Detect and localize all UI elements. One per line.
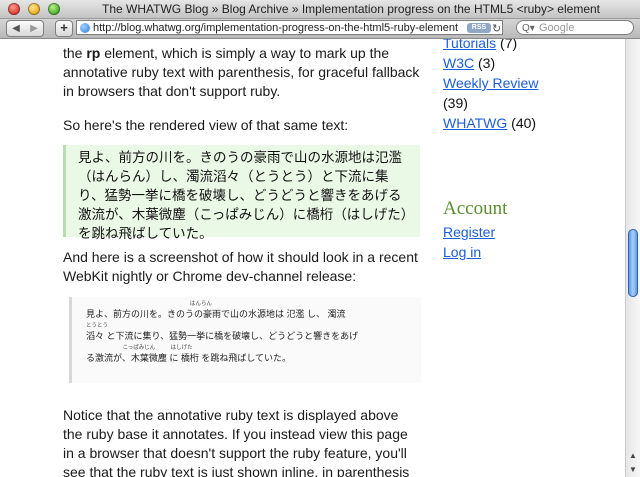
category-link-whatwg[interactable]: WHATWG: [443, 115, 507, 131]
back-button[interactable]: ◀: [6, 20, 26, 37]
url-text: http://blog.whatwg.org/implementation-pr…: [93, 22, 459, 34]
vertical-scrollbar[interactable]: ▲ ▼: [625, 39, 640, 477]
rss-button[interactable]: RSS: [467, 23, 491, 33]
search-placeholder: Google: [539, 22, 575, 34]
category-item: Tutorials (7): [443, 39, 623, 53]
ruby-base-line: る激流が、木葉微塵 に 橋桁 を跳ね飛ばしていた。: [86, 353, 292, 363]
scroll-arrows: ▲ ▼: [626, 449, 640, 477]
article-paragraph: And here is a screenshot of how it shoul…: [63, 249, 418, 284]
account-heading: Account: [443, 198, 508, 219]
search-input[interactable]: Q▾ Google: [516, 20, 634, 35]
article-paragraph: the rp element, which is simply a way to…: [63, 44, 420, 101]
category-item: WHATWG (40): [443, 113, 623, 133]
ruby-rendering-screenshot: はんらん 見よ、前方の川を。きのうの豪雨で山の水源地は 氾濫 し、 濁流 とうと…: [69, 297, 421, 383]
ruby-base-line: 滔々 と下流に集り、猛勢一挙に橋を破壊し、どうどうと響きをあげ: [86, 331, 359, 341]
forward-button[interactable]: ▶: [25, 20, 44, 37]
category-link-tutorials[interactable]: Tutorials: [443, 39, 496, 51]
search-icon: Q▾: [522, 23, 535, 34]
ruby-annotation-line: はんらん: [86, 301, 212, 307]
article-paragraph: So here's the rendered view of that same…: [63, 117, 349, 133]
account-links: Register Log in: [443, 222, 495, 262]
forward-arrow-icon: ▶: [30, 23, 38, 34]
add-bookmark-button[interactable]: +: [55, 20, 73, 37]
close-window-button[interactable]: [8, 3, 20, 15]
sidebar: Tutorials (7) W3C (3) Weekly Review (39)…: [443, 39, 623, 260]
page-viewport: the rp element, which is simply a way to…: [0, 39, 625, 477]
paragraph-text: element, which is simply a way to mark u…: [63, 45, 420, 99]
site-globe-icon: [80, 23, 90, 33]
ruby-fallback-blockquote: 見よ、前方の川を。きのうの豪雨で山の水源地は氾濫（はんらん）し、濁流滔々（とうと…: [63, 145, 420, 241]
scroll-down-icon[interactable]: ▼: [626, 463, 640, 477]
browser-toolbar: ◀ ▶ + http://blog.whatwg.org/implementat…: [0, 19, 640, 39]
back-arrow-icon: ◀: [12, 23, 20, 34]
scrollbar-thumb[interactable]: [628, 229, 638, 297]
minimize-window-button[interactable]: [28, 3, 40, 15]
rp-element-name: rp: [86, 45, 101, 61]
plus-icon: +: [60, 20, 68, 35]
category-count: (3): [474, 55, 496, 71]
window-title: The WHATWG Blog » Blog Archive » Impleme…: [102, 2, 600, 16]
scroll-up-icon[interactable]: ▲: [626, 449, 640, 463]
category-count: (40): [507, 115, 537, 131]
category-item: Weekly Review: [443, 73, 623, 93]
ruby-base-line: 見よ、前方の川を。きのうの豪雨で山の水源地は 氾濫 し、 濁流: [86, 309, 346, 319]
category-item: W3C (3): [443, 53, 623, 73]
ruby-annotation-line: こっぱみじん はしげた: [86, 345, 193, 351]
category-link-weekly-review[interactable]: Weekly Review: [443, 75, 538, 91]
ruby-annotation-line: とうとう: [86, 323, 109, 329]
login-link[interactable]: Log in: [443, 244, 481, 260]
article-paragraph: Notice that the annotative ruby text is …: [63, 407, 410, 477]
register-link[interactable]: Register: [443, 224, 495, 240]
title-bar: The WHATWG Blog » Blog Archive » Impleme…: [0, 0, 640, 19]
reload-icon[interactable]: ↻: [492, 22, 501, 35]
category-count: (7): [496, 39, 518, 51]
zoom-window-button[interactable]: [48, 3, 60, 15]
category-count: (39): [443, 95, 468, 111]
paragraph-text: the: [63, 45, 87, 61]
address-bar[interactable]: http://blog.whatwg.org/implementation-pr…: [76, 20, 503, 35]
category-link-w3c[interactable]: W3C: [443, 55, 474, 71]
